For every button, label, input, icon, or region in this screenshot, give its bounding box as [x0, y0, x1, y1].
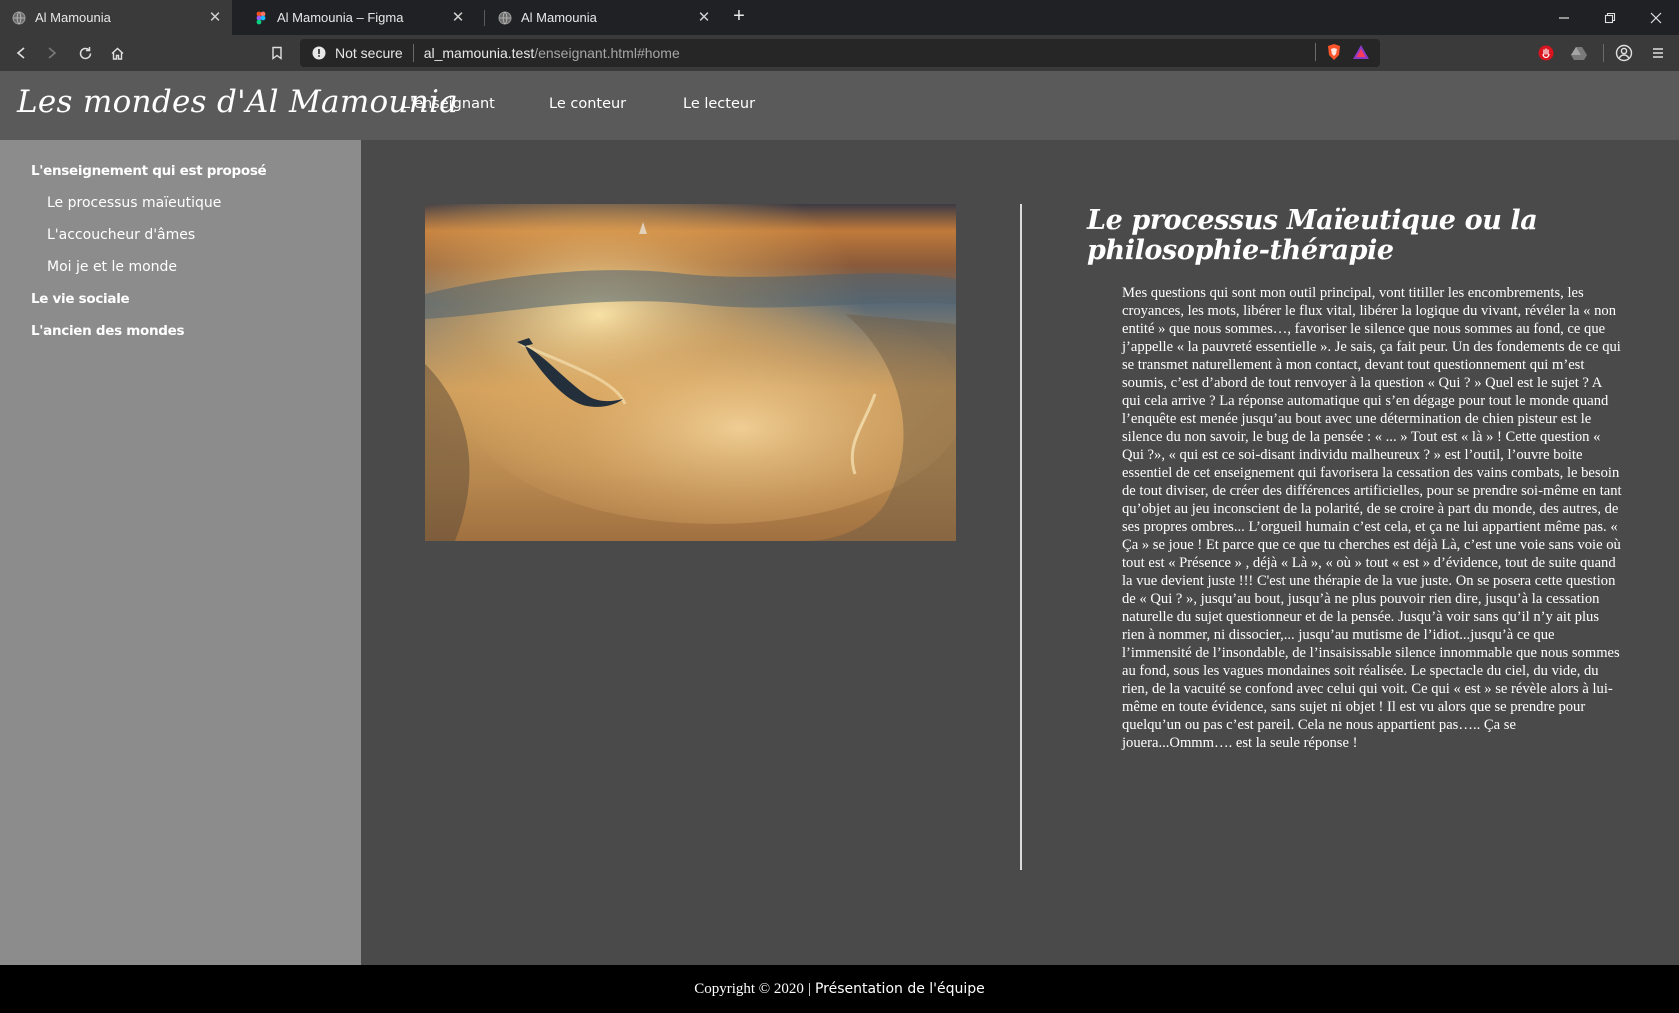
team-presentation-link[interactable]: Présentation de l'équipe	[815, 981, 985, 997]
hamburger-menu-icon	[1653, 48, 1663, 58]
article-title: Le processus Maïeutique ou la philosophi…	[1087, 205, 1538, 266]
globe-icon	[498, 11, 512, 24]
close-icon[interactable]: ✕	[697, 10, 711, 25]
browser-toolbar: Not secure al_mamounia.test/enseignant.h…	[0, 35, 1679, 71]
close-window-button[interactable]	[1633, 0, 1679, 35]
address-divider	[1315, 43, 1316, 61]
bookmark-button[interactable]	[265, 41, 289, 65]
close-icon[interactable]: ✕	[208, 10, 222, 25]
sidebar-item-enseignement[interactable]: L'enseignement qui est proposé	[31, 163, 267, 179]
site-footer: Copyright © 2020 | Présentation de l'équ…	[0, 965, 1679, 1013]
home-icon	[111, 47, 123, 60]
brave-shield-icon[interactable]	[1326, 43, 1342, 61]
hero-image-whale-in-clouds	[425, 204, 956, 541]
forward-button[interactable]	[40, 41, 64, 65]
content-divider	[1020, 204, 1022, 870]
globe-icon	[12, 11, 26, 24]
drive-extension-icon	[1571, 47, 1587, 60]
warning-info-icon	[312, 46, 326, 60]
tab-figma[interactable]: Al Mamounia – Figma ✕	[242, 0, 475, 35]
reload-icon	[79, 46, 91, 59]
sidebar-subitem-moi-je[interactable]: Moi je et le monde	[47, 259, 177, 275]
browser-tab-bar: Al Mamounia ✕ Al Mamounia – Figma ✕ Al M…	[0, 0, 1679, 35]
restore-button[interactable]	[1587, 0, 1633, 35]
footer-separator: |	[807, 980, 811, 997]
account-icon	[1615, 44, 1633, 62]
copyright-text: Copyright © 2020	[694, 980, 804, 997]
sidebar-subitem-processus[interactable]: Le processus maïeutique	[47, 195, 221, 211]
sidebar-item-ancien-des-mondes[interactable]: L'ancien des mondes	[31, 323, 185, 339]
url-text[interactable]: al_mamounia.test/enseignant.html#home	[424, 45, 680, 61]
address-bar[interactable]: Not secure al_mamounia.test/enseignant.h…	[300, 39, 1380, 67]
article-body: Mes questions qui sont mon outil princip…	[1122, 285, 1622, 751]
close-icon[interactable]: ✕	[451, 10, 465, 25]
close-icon	[1650, 12, 1662, 23]
sidebar: L'enseignement qui est proposé Le proces…	[0, 140, 361, 965]
nav-link-conteur[interactable]: Le conteur	[549, 96, 626, 112]
tab-title: Al Mamounia – Figma	[277, 10, 404, 25]
hand-extension-icon	[1538, 45, 1554, 61]
sidebar-subitem-accoucheur[interactable]: L'accoucheur d'âmes	[47, 227, 195, 243]
home-button[interactable]	[105, 41, 129, 65]
minimize-button[interactable]	[1541, 0, 1587, 35]
profile-button[interactable]	[1612, 41, 1636, 65]
tab-al-mamounia[interactable]: Al Mamounia ✕	[486, 0, 721, 35]
url-path: /enseignant.html#home	[534, 45, 680, 61]
tab-al-mamounia-active[interactable]: Al Mamounia ✕	[0, 0, 232, 35]
sidebar-item-vie-sociale[interactable]: Le vie sociale	[31, 291, 130, 307]
nav-link-enseignant[interactable]: L'enseignant	[402, 96, 495, 112]
nav-link-lecteur[interactable]: Le lecteur	[683, 96, 755, 112]
brave-rewards-icon[interactable]	[1352, 44, 1370, 60]
minimize-icon	[1559, 16, 1569, 19]
menu-button[interactable]	[1646, 41, 1670, 65]
url-host: al_mamounia.test	[423, 45, 535, 61]
tab-title: Al Mamounia	[521, 10, 597, 25]
extension-button[interactable]	[1534, 41, 1558, 65]
tab-separator	[484, 10, 485, 26]
address-divider	[412, 44, 414, 62]
figma-icon	[256, 11, 266, 24]
back-button[interactable]	[9, 41, 33, 65]
address-bar-actions	[1315, 43, 1370, 61]
site-logo[interactable]: Les mondes d'Al Mamounia	[17, 84, 458, 120]
main-content: Le processus Maïeutique ou la philosophi…	[361, 140, 1679, 965]
bookmark-icon	[272, 46, 282, 60]
back-arrow-icon	[16, 47, 25, 59]
restore-icon	[1604, 12, 1616, 23]
security-label[interactable]: Not secure	[335, 45, 403, 61]
painting-whale-sky	[425, 204, 956, 541]
tab-title: Al Mamounia	[35, 10, 111, 25]
new-tab-button[interactable]: +	[728, 6, 750, 28]
forward-arrow-icon	[48, 47, 57, 59]
toolbar-divider	[1603, 44, 1604, 62]
reload-button[interactable]	[73, 41, 97, 65]
extension-button[interactable]	[1567, 41, 1591, 65]
site-header: Les mondes d'Al Mamounia L'enseignant Le…	[0, 71, 1679, 140]
